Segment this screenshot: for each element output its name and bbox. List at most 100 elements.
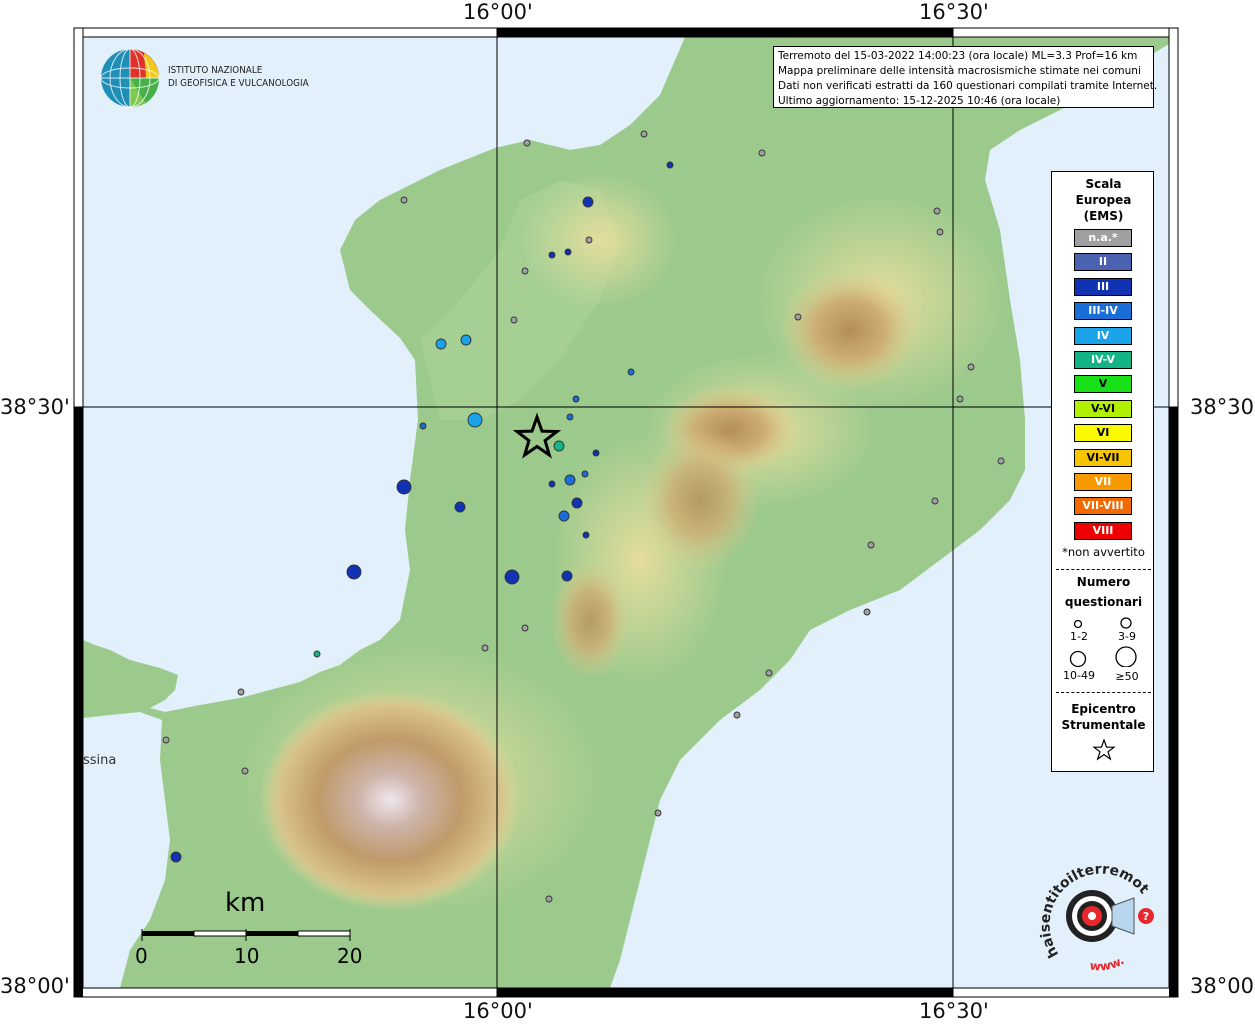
size-label-3: 10-49: [1063, 669, 1095, 682]
intensity-point: [467, 412, 483, 428]
legend-class-iii: III: [1074, 277, 1132, 296]
top-lon-label-1: 16°00': [463, 0, 533, 24]
intensity-point: [510, 316, 518, 324]
legend-divider-2: [1056, 692, 1151, 693]
event-info-box: Terremoto del 15-03-2022 14:00:23 (ora l…: [773, 46, 1158, 108]
intensity-point: [548, 251, 556, 259]
intensity-point: [956, 395, 964, 403]
intensity-point: [967, 363, 975, 371]
intensity-point: [582, 196, 594, 208]
intensity-point: [997, 457, 1005, 465]
intensity-point: [170, 851, 182, 863]
bottom-lon-label-2: 16°30': [919, 999, 989, 1023]
intensity-point: [481, 644, 489, 652]
top-lon-label-2: 16°30': [919, 0, 989, 24]
hai-sentito-logo-url: haisentitoilterremoto.it: [1030, 856, 1152, 960]
ingv-globe-icon: [100, 48, 160, 108]
intensity-point: [627, 368, 635, 376]
legend-epi-title-2: Strumentale: [1061, 718, 1146, 732]
intensity-point: [765, 669, 773, 677]
intensity-point: [521, 267, 529, 275]
size-symbol-50: [1115, 646, 1137, 667]
intensity-point: [566, 413, 574, 421]
size-label-1: 1-2: [1070, 630, 1088, 643]
legend-class-vii: VII: [1074, 473, 1132, 491]
info-line-3: Dati non verificati estratti da 160 ques…: [778, 80, 1158, 92]
intensity-point: [419, 422, 427, 430]
logo-line-2: DI GEOFISICA E VULCANOLOGIA: [168, 78, 309, 89]
info-line-4: Ultimo aggiornamento: 15-12-2025 10:46 (…: [778, 95, 1061, 107]
intensity-point: [794, 313, 802, 321]
scale-unit-label: km: [225, 888, 266, 918]
intensity-point: [564, 248, 572, 256]
legend-class-vii-viii: VII-VIII: [1074, 497, 1132, 516]
legend-class-v-vi: V-VI: [1074, 399, 1132, 418]
left-lat-label-1: 38°30': [0, 395, 70, 419]
legend-title-2: Europea: [1075, 193, 1132, 207]
legend-note: *non avvertito: [1062, 545, 1145, 559]
size-symbol-10-49: [1069, 650, 1087, 667]
intensity-point: [237, 688, 245, 696]
intensity-point: [548, 480, 556, 488]
intensity-point: [863, 608, 871, 616]
info-line-2: Mappa preliminare delle intensità macros…: [778, 65, 1141, 77]
scale-tick-20: 20: [337, 944, 363, 968]
legend-class-vi-vii: VI-VII: [1074, 448, 1132, 467]
hai-sentito-logo-text: haisentitoilterremoto.it www.: [1030, 856, 1152, 974]
star-icon: [1093, 739, 1115, 761]
legend-divider-1: [1056, 569, 1151, 570]
intensity-point: [582, 531, 590, 539]
intensity-point: [558, 510, 570, 522]
intensity-point: [564, 474, 576, 486]
scale-tick-10: 10: [234, 944, 260, 968]
intensity-point: [460, 334, 472, 346]
intensity-point: [504, 569, 520, 585]
intensity-point: [523, 139, 531, 147]
legend-class-viii: VIII: [1074, 521, 1132, 540]
legend-class-ii: II: [1074, 253, 1132, 272]
right-lat-label-2: 38°00': [1190, 974, 1255, 998]
legend-class-vi: VI: [1074, 424, 1132, 443]
legend-count-title-2: questionari: [1064, 595, 1143, 609]
left-lat-label-2: 38°00': [0, 974, 70, 998]
intensity-point: [396, 479, 412, 495]
hai-sentito-logo-www: www.: [1089, 953, 1126, 973]
legend-panel: Scala Europea (EMS) n.a.* II III III-IV IV IV…: [1051, 171, 1154, 772]
logo-line-1: ISTITUTO NAZIONALE: [168, 65, 263, 76]
intensity-point: [592, 449, 600, 457]
right-lat-label-1: 38°30': [1190, 395, 1255, 419]
intensity-point: [733, 711, 741, 719]
place-label-messina: ssina: [83, 753, 117, 768]
size-symbol-1-2: [1073, 619, 1083, 629]
intensity-point: [400, 196, 408, 204]
legend-count-title-1: Numero: [1076, 575, 1131, 589]
intensity-point: [758, 149, 766, 157]
legend-class-iv-v: IV-V: [1074, 351, 1132, 369]
intensity-point: [581, 470, 589, 478]
intensity-point: [435, 338, 447, 350]
legend-epi-title-1: Epicentro: [1071, 702, 1136, 716]
svg-text:haisentitoilterremoto.it: haisentitoilterremoto.it: [1030, 856, 1152, 960]
intensity-point: [571, 497, 583, 509]
intensity-point: [545, 895, 553, 903]
intensity-point: [867, 541, 875, 549]
intensity-point: [313, 650, 321, 658]
intensity-point: [521, 624, 529, 632]
intensity-point: [666, 161, 674, 169]
intensity-point: [346, 564, 362, 580]
legend-title-3: (EMS): [1083, 209, 1124, 223]
legend-class-iv: IV: [1074, 326, 1132, 345]
intensity-point: [931, 497, 939, 505]
intensity-point: [162, 736, 170, 744]
legend-class-na: n.a.*: [1074, 229, 1132, 247]
svg-text:www.: www.: [1089, 953, 1126, 973]
intensity-point: [585, 236, 593, 244]
intensity-point: [933, 207, 941, 215]
ingv-logo: ISTITUTO NAZIONALE DI GEOFISICA E VULCAN…: [100, 47, 309, 113]
size-label-4: ≥50: [1115, 670, 1139, 683]
intensity-point: [640, 130, 648, 138]
bottom-lon-label-1: 16°00': [463, 999, 533, 1023]
intensity-point: [936, 228, 944, 236]
size-label-2: 3-9: [1118, 630, 1136, 643]
legend-class-v: V: [1074, 375, 1132, 394]
